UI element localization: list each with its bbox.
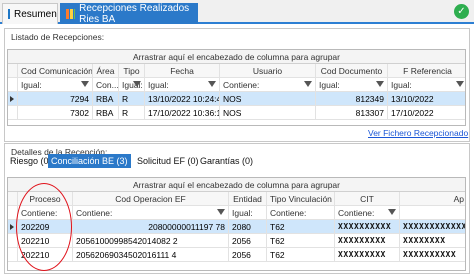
grid-header-row: Cod Comunicación Área Tipo Fecha Usuario… [8, 64, 465, 78]
table-cell: 7294 [18, 92, 93, 105]
redacted-cell: XXXXXXXXX [335, 234, 400, 247]
column-header[interactable]: Entidad [229, 192, 267, 205]
filter-cell[interactable] [400, 206, 465, 219]
table-cell: 813307 [316, 106, 388, 119]
column-header[interactable]: CIT [335, 192, 400, 205]
document-icon [8, 9, 10, 19]
table-cell: 13/10/2022 [391, 94, 434, 104]
table-cell: 2056 [229, 248, 267, 261]
filter-row: Igual: Con... Igual: Igual: Contiene: Ig… [8, 78, 465, 92]
tab-label: Recepciones Realizados Ries BA [79, 3, 190, 25]
table-cell: 17/10/2022 10:36:16 [145, 106, 220, 119]
document-tab-strip: Resumen ✕ Recepciones Realizados Ries BA… [0, 0, 474, 25]
chart-icon [66, 9, 76, 19]
group-panel[interactable]: Arrastrar aquí el encabezado de columna … [8, 50, 465, 64]
filter-icon [456, 81, 464, 87]
table-cell: 20561000998542014082 2 [73, 234, 229, 247]
filter-cell[interactable]: Igual: [145, 78, 220, 91]
table-cell: 17/10/2022 [391, 108, 434, 118]
table-row[interactable]: 202209 20800000011197 78 2080 T62 XXXXXX… [8, 220, 465, 234]
column-header[interactable]: Área [93, 64, 119, 77]
table-cell: R [119, 92, 145, 105]
filter-cell[interactable]: Igual: [316, 78, 388, 91]
table-cell: 13/10/2022 10:24:42 [145, 92, 220, 105]
column-header[interactable]: Fecha [145, 64, 220, 77]
table-cell: 2056 [229, 234, 267, 247]
check-circle-icon[interactable]: ✓ [454, 4, 469, 19]
table-cell: T62 [267, 220, 335, 233]
redacted-cell: XXXXXXXXXX [403, 250, 457, 259]
filter-cell[interactable]: Contiene: [267, 206, 335, 219]
tab-resumen[interactable]: Resumen ✕ [2, 3, 71, 24]
table-cell: T62 [267, 248, 335, 261]
table-cell: NOS [220, 106, 316, 119]
table-cell: T62 [267, 234, 335, 247]
column-header[interactable]: Cod Operacion EF [73, 192, 229, 205]
redacted-cell: XXXXXXXX [403, 236, 446, 245]
filter-icon [208, 81, 216, 87]
table-cell: RBA [93, 106, 119, 119]
grid-header-row: Proceso Cod Operacion EF Entidad Tipo Vi… [8, 192, 465, 206]
table-cell: 7302 [18, 106, 93, 119]
filter-cell[interactable]: Con... [93, 78, 119, 91]
row-indicator-icon [10, 224, 14, 230]
redacted-cell: XXXXXXXXXX [335, 220, 400, 233]
filter-cell[interactable]: Contiene: [335, 206, 400, 219]
column-header[interactable]: Tipo Vinculación [267, 192, 335, 205]
filter-cell[interactable]: Contiene: [73, 206, 229, 219]
filter-cell[interactable]: Igual: [229, 206, 267, 219]
filter-icon [388, 209, 396, 215]
column-header[interactable]: Tipo [119, 64, 145, 77]
redacted-cell: XXXXXXXXXXXXXXX [403, 222, 465, 231]
column-header[interactable]: Cod Comunicación [18, 64, 93, 77]
filter-icon [81, 81, 89, 87]
column-header[interactable]: Cod Documento [316, 64, 388, 77]
recepciones-title: Listado de Recepciones: [11, 32, 105, 42]
table-cell: 2080 [229, 220, 267, 233]
redacted-cell: XXXXXXXXX [335, 248, 400, 261]
table-row[interactable]: 7302 RBA R 17/10/2022 10:36:16 NOS 81330… [8, 106, 465, 120]
filter-icon [376, 81, 384, 87]
filter-cell[interactable]: Igual: [119, 78, 145, 91]
subtab-garantias[interactable]: Garantías (0) [197, 154, 256, 168]
column-header[interactable]: Ap [400, 192, 465, 205]
ver-fichero-link[interactable]: Ver Fichero Recepcionado [368, 128, 468, 138]
highlight-ellipse [16, 183, 72, 271]
table-row[interactable]: 202210 20561000998542014082 2 2056 T62 X… [8, 234, 465, 248]
filter-icon [304, 81, 312, 87]
table-cell: NOS [220, 92, 316, 105]
filter-cell[interactable]: Contiene: [220, 78, 316, 91]
filter-row: Contiene: Contiene: Igual: Contiene: Con… [8, 206, 465, 220]
table-cell: RBA [93, 92, 119, 105]
table-row[interactable]: 7294 RBA R 13/10/2022 10:24:42 NOS 81234… [8, 92, 465, 106]
table-row[interactable]: 202210 20562069034502016111 4 2056 T62 X… [8, 248, 465, 262]
subtab-conciliacion[interactable]: Conciliación BE (3) [48, 154, 131, 168]
filter-cell[interactable]: Igual: [388, 78, 465, 91]
tab-label: Resumen [14, 8, 57, 20]
filter-icon [217, 209, 225, 215]
table-cell: 20800000011197 78 [73, 220, 229, 233]
filter-cell[interactable]: Igual: [18, 78, 93, 91]
table-cell: 20562069034502016111 4 [73, 248, 229, 261]
group-panel[interactable]: Arrastrar aquí el encabezado de columna … [8, 178, 465, 192]
table-cell: R [119, 106, 145, 119]
conciliacion-grid[interactable]: Arrastrar aquí el encabezado de columna … [7, 177, 466, 271]
tab-recepciones[interactable]: Recepciones Realizados Ries BA [60, 3, 198, 25]
column-header[interactable]: F Referencia [388, 64, 465, 77]
filter-icon [133, 81, 141, 87]
table-cell: 812349 [316, 92, 388, 105]
recepciones-grid[interactable]: Arrastrar aquí el encabezado de columna … [7, 49, 466, 126]
column-header[interactable]: Usuario [220, 64, 316, 77]
row-indicator-icon [10, 96, 14, 102]
subtab-solicitud[interactable]: Solicitud EF (0) [134, 154, 202, 168]
